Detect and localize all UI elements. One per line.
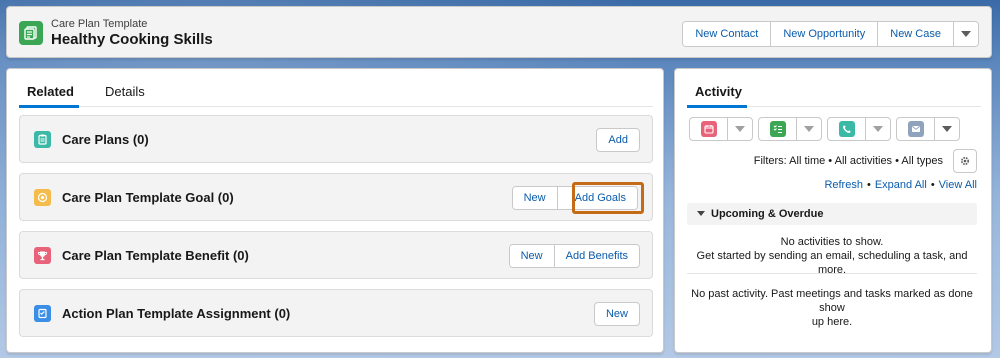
log-call-button[interactable] <box>828 118 866 140</box>
upcoming-overdue-header[interactable]: Upcoming & Overdue <box>687 203 977 225</box>
upcoming-empty-line1: No activities to show. <box>780 236 884 248</box>
new-benefit-button[interactable]: New <box>509 245 555 267</box>
call-publisher <box>827 117 891 141</box>
related-panel: Related Details Care Plans (0) Add Care … <box>6 68 664 353</box>
calendar-icon <box>700 121 717 137</box>
link-separator: • <box>930 179 935 191</box>
activity-links: Refresh • Expand All • View All <box>824 179 977 191</box>
chevron-down-icon <box>804 126 814 132</box>
upcoming-overdue-label: Upcoming & Overdue <box>711 208 824 220</box>
expand-all-link[interactable]: Expand All <box>875 179 927 191</box>
link-separator: • <box>866 179 871 191</box>
clipboard-icon <box>34 131 51 148</box>
activity-tabs: Activity <box>687 81 981 108</box>
section-title[interactable]: Care Plans (0) <box>62 132 149 147</box>
care-plan-template-benefit-section: Care Plan Template Benefit (0) New Add B… <box>19 231 653 279</box>
tab-related[interactable]: Related <box>27 84 74 99</box>
add-benefits-button[interactable]: Add Benefits <box>554 245 639 267</box>
related-tabs: Related Details <box>19 81 653 108</box>
chevron-down-icon <box>735 126 745 132</box>
new-goal-button[interactable]: New <box>512 187 558 209</box>
care-plans-section: Care Plans (0) Add <box>19 115 653 163</box>
gear-icon <box>960 156 970 166</box>
action-plan-template-assignment-section: Action Plan Template Assignment (0) New <box>19 289 653 337</box>
view-all-link[interactable]: View All <box>939 179 977 191</box>
task-options-button[interactable] <box>797 118 821 140</box>
divider <box>687 273 977 274</box>
phone-icon <box>838 121 855 137</box>
action-plan-icon <box>34 305 51 322</box>
refresh-link[interactable]: Refresh <box>824 179 863 191</box>
new-assignment-button[interactable]: New <box>593 302 640 326</box>
activity-panel: Activity Filters: All time • All activit… <box>674 68 992 353</box>
chevron-down-icon <box>697 211 705 216</box>
send-email-button[interactable] <box>897 118 935 140</box>
header-actions: New Contact New Opportunity New Case <box>682 21 979 47</box>
add-care-plan-button[interactable]: Add <box>596 128 640 152</box>
past-empty-line2: up here. <box>811 316 853 328</box>
tab-activity[interactable]: Activity <box>695 84 742 99</box>
past-empty-line1: No past activity. Past meetings and task… <box>691 288 973 314</box>
highlight-outline <box>572 182 644 214</box>
record-title: Healthy Cooking Skills <box>51 31 213 48</box>
new-case-button[interactable]: New Case <box>878 22 954 46</box>
task-publisher <box>758 117 822 141</box>
record-header: Care Plan Template Healthy Cooking Skill… <box>6 6 992 58</box>
activity-filters-text: Filters: All time • All activities • All… <box>753 155 943 167</box>
chevron-down-icon <box>873 126 883 132</box>
email-publisher <box>896 117 960 141</box>
section-title[interactable]: Care Plan Template Goal (0) <box>62 190 234 205</box>
filter-settings-button[interactable] <box>953 149 977 173</box>
email-options-button[interactable] <box>935 118 959 140</box>
section-title[interactable]: Action Plan Template Assignment (0) <box>62 306 290 321</box>
new-opportunity-button[interactable]: New Opportunity <box>771 22 879 46</box>
more-actions-button[interactable] <box>954 22 978 46</box>
email-icon <box>907 121 924 137</box>
section-title[interactable]: Care Plan Template Benefit (0) <box>62 248 249 263</box>
task-list-icon <box>769 121 786 137</box>
tab-details[interactable]: Details <box>105 84 145 99</box>
new-contact-button[interactable]: New Contact <box>683 22 772 46</box>
call-options-button[interactable] <box>866 118 890 140</box>
document-icon <box>19 21 43 45</box>
active-tab-indicator <box>687 105 747 108</box>
event-publisher <box>689 117 753 141</box>
chevron-down-icon <box>961 31 971 37</box>
chevron-down-icon <box>942 126 952 132</box>
benefit-actions: New Add Benefits <box>508 244 640 268</box>
target-icon <box>34 189 51 206</box>
past-activity-message: No past activity. Past meetings and task… <box>687 287 977 329</box>
new-event-button[interactable] <box>690 118 728 140</box>
trophy-icon <box>34 247 51 264</box>
active-tab-indicator <box>19 105 79 108</box>
upcoming-empty-message: No activities to show. Get started by se… <box>687 235 977 277</box>
event-options-button[interactable] <box>728 118 752 140</box>
record-type: Care Plan Template <box>51 18 148 30</box>
new-task-button[interactable] <box>759 118 797 140</box>
care-plan-template-goal-section: Care Plan Template Goal (0) New Add Goal… <box>19 173 653 221</box>
